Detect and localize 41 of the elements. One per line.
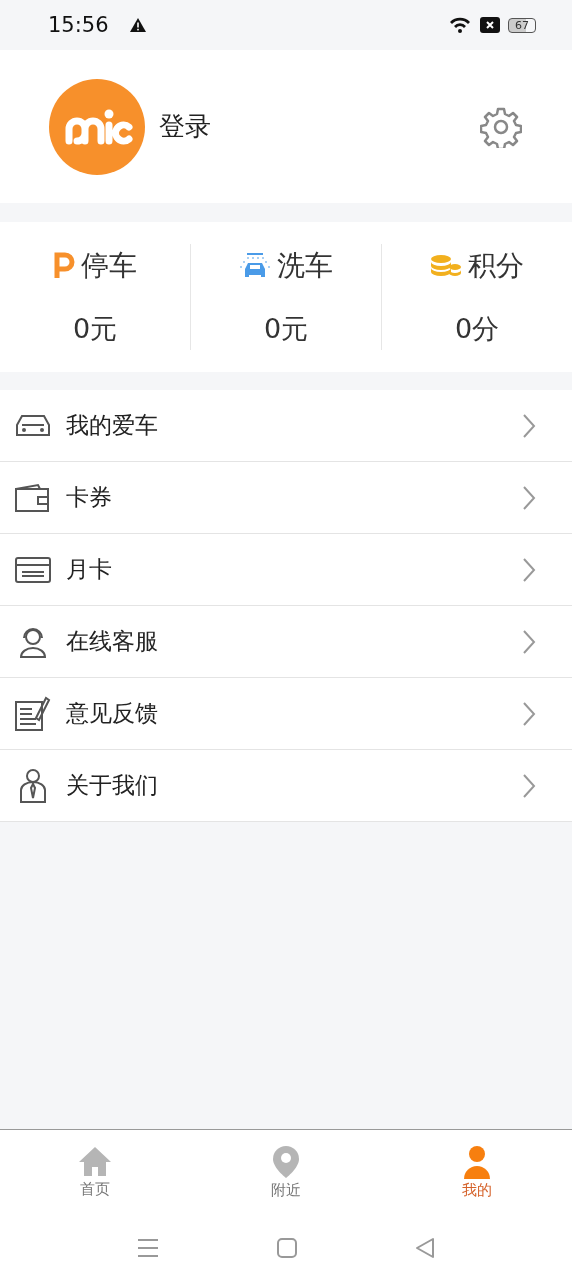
stat-value: 0元: [72, 312, 118, 346]
menu-item[interactable]: 意见反馈: [0, 678, 572, 750]
tab[interactable]: 我的: [381, 1130, 572, 1215]
menu-item[interactable]: 我的爱车: [0, 390, 572, 462]
coins-icon: [430, 254, 462, 278]
stat-label: 停车: [81, 248, 137, 284]
chevron-icon: [522, 412, 536, 439]
car-wash-icon: [239, 252, 271, 280]
menu-item[interactable]: 在线客服: [0, 606, 572, 678]
logo-icon: [49, 78, 145, 175]
card-icon: [14, 554, 52, 585]
home-icon: [78, 1146, 113, 1178]
tab[interactable]: 附近: [190, 1130, 382, 1215]
sim-icon: [480, 17, 500, 33]
menu-item[interactable]: 月卡: [0, 534, 572, 606]
back-icon[interactable]: [415, 1236, 435, 1259]
chevron-icon: [522, 628, 536, 655]
stat-value: 0元: [263, 312, 309, 346]
location-pin-icon: [272, 1145, 300, 1179]
login-link[interactable]: 登录: [159, 109, 211, 144]
chevron-icon: [522, 700, 536, 727]
chevron-icon: [522, 484, 536, 511]
chevron-icon: [522, 772, 536, 799]
menu-item[interactable]: 关于我们: [0, 750, 572, 822]
parking-icon: [53, 252, 75, 280]
home-button-icon[interactable]: [277, 1237, 297, 1258]
settings-icon[interactable]: [480, 105, 522, 148]
status-time: 15:56: [48, 13, 109, 37]
wallet-icon: [14, 482, 52, 513]
wifi-icon: [448, 16, 472, 34]
menu-icon[interactable]: [137, 1236, 159, 1259]
stat-value: 0分: [454, 312, 500, 346]
menu-item[interactable]: 卡券: [0, 462, 572, 534]
chevron-icon: [522, 556, 536, 583]
stat-label: 积分: [468, 248, 524, 284]
note-pen-icon: [14, 695, 52, 732]
battery-indicator: 67: [508, 17, 536, 33]
stat-label: 洗车: [277, 248, 333, 284]
warning-icon: [128, 17, 147, 33]
person-icon: [462, 1145, 491, 1179]
tab[interactable]: 首页: [0, 1130, 191, 1215]
